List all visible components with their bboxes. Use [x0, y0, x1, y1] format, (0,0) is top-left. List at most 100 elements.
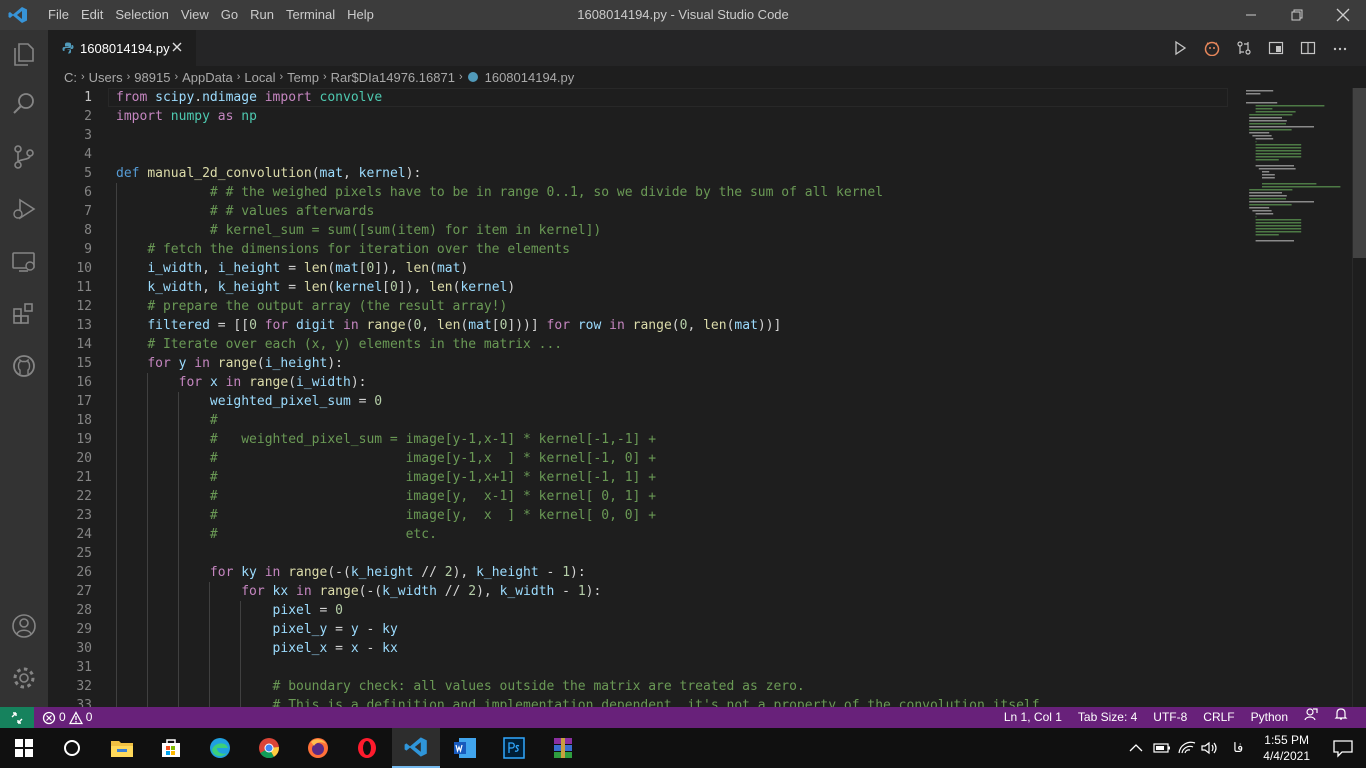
menu-view[interactable]: View: [175, 0, 215, 30]
code-line[interactable]: weighted_pixel_sum = 0: [116, 392, 1226, 411]
code-line[interactable]: # weighted_pixel_sum = image[y-1,x-1] * …: [116, 430, 1226, 449]
breadcrumb-item[interactable]: Temp: [287, 70, 319, 85]
winrar-taskbar[interactable]: [539, 728, 587, 768]
menu-selection[interactable]: Selection: [109, 0, 174, 30]
notification-center-icon[interactable]: [1320, 738, 1366, 758]
extensions-button[interactable]: [0, 290, 48, 338]
breadcrumb-item[interactable]: Users: [89, 70, 123, 85]
code-lines[interactable]: from scipy.ndimage import convolve import…: [116, 88, 1226, 707]
code-line[interactable]: # image[y, x-1] * kernel[ 0, 1] +: [116, 487, 1226, 506]
store-taskbar[interactable]: [147, 728, 195, 768]
menu-go[interactable]: Go: [215, 0, 244, 30]
code-line[interactable]: # boundary check: all values outside the…: [116, 677, 1226, 696]
minimap[interactable]: [1242, 88, 1352, 707]
tab-close-icon[interactable]: [170, 40, 184, 54]
code-line[interactable]: i_width, i_height = len(mat[0]), len(mat…: [116, 259, 1226, 278]
start-button[interactable]: [0, 728, 48, 768]
end-of-line[interactable]: CRLF: [1195, 707, 1242, 728]
opera-taskbar[interactable]: [343, 728, 391, 768]
code-line[interactable]: k_width, k_height = len(kernel[0]), len(…: [116, 278, 1226, 297]
restore-button[interactable]: [1274, 0, 1320, 30]
code-line[interactable]: #: [116, 411, 1226, 430]
code-line[interactable]: filtered = [[0 for digit in range(0, len…: [116, 316, 1226, 335]
code-line[interactable]: pixel_y = y - ky: [116, 620, 1226, 639]
explorer-button[interactable]: [0, 30, 48, 78]
file-explorer-taskbar[interactable]: [98, 728, 146, 768]
breadcrumb-item[interactable]: Rar$DIa14976.16871: [331, 70, 455, 85]
code-line[interactable]: # # the weighed pixels have to be in ran…: [116, 183, 1226, 202]
breadcrumb-item[interactable]: C:: [64, 70, 77, 85]
breadcrumb-file[interactable]: 1608014194.py: [485, 70, 575, 85]
volume-icon[interactable]: [1199, 740, 1223, 756]
chevron-up-icon[interactable]: [1121, 740, 1151, 756]
wifi-icon[interactable]: [1175, 740, 1199, 756]
remote-indicator-button[interactable]: [0, 707, 34, 728]
code-line[interactable]: # This is a definition and implementatio…: [116, 696, 1226, 707]
open-preview-button[interactable]: [1260, 30, 1292, 66]
photoshop-taskbar[interactable]: [490, 728, 538, 768]
remote-explorer-button[interactable]: [0, 238, 48, 286]
code-line[interactable]: # Iterate over each (x, y) elements in t…: [116, 335, 1226, 354]
live-share-button[interactable]: [1296, 707, 1326, 728]
indentation[interactable]: Tab Size: 4: [1070, 707, 1145, 728]
scrollbar-thumb[interactable]: [1353, 88, 1366, 258]
source-control-button[interactable]: [0, 133, 48, 181]
vscode-taskbar[interactable]: [392, 728, 440, 768]
more-actions-button[interactable]: [1324, 30, 1356, 66]
search-button[interactable]: [0, 80, 48, 128]
code-line[interactable]: from scipy.ndimage import convolve: [116, 88, 1226, 107]
vertical-scrollbar[interactable]: [1352, 88, 1366, 707]
code-line[interactable]: for kx in range(-(k_width // 2), k_width…: [116, 582, 1226, 601]
search-taskbar-button[interactable]: [48, 728, 96, 768]
minimize-button[interactable]: [1228, 0, 1274, 30]
menu-run[interactable]: Run: [244, 0, 280, 30]
code-line[interactable]: for ky in range(-(k_height // 2), k_heig…: [116, 563, 1226, 582]
code-line[interactable]: [116, 544, 1226, 563]
run-debug-button[interactable]: [0, 185, 48, 233]
problems-indicator[interactable]: 0 0: [42, 707, 92, 728]
code-line[interactable]: pixel = 0: [116, 601, 1226, 620]
encoding[interactable]: UTF-8: [1145, 707, 1195, 728]
code-line[interactable]: # image[y-1,x+1] * kernel[-1, 1] +: [116, 468, 1226, 487]
breadcrumb-item[interactable]: AppData: [182, 70, 233, 85]
open-changes-button[interactable]: [1228, 30, 1260, 66]
word-taskbar[interactable]: [441, 728, 489, 768]
menu-help[interactable]: Help: [341, 0, 380, 30]
clock[interactable]: 1:55 PM 4/4/2021: [1253, 732, 1320, 764]
github-button[interactable]: [0, 342, 48, 390]
accounts-button[interactable]: [0, 602, 48, 650]
code-line[interactable]: # etc.: [116, 525, 1226, 544]
battery-icon[interactable]: [1151, 740, 1175, 756]
code-line[interactable]: for x in range(i_width):: [116, 373, 1226, 392]
code-editor[interactable]: 1 2 3 4 5 6 7 8 9 10 11 12 13 14 15 16 17 18 19 20 21 22 23 24 2…: [48, 88, 1366, 707]
firefox-taskbar[interactable]: [294, 728, 342, 768]
code-line[interactable]: # kernel_sum = sum([sum(item) for item i…: [116, 221, 1226, 240]
code-line[interactable]: [116, 145, 1226, 164]
menu-terminal[interactable]: Terminal: [280, 0, 341, 30]
code-line[interactable]: def manual_2d_convolution(mat, kernel):: [116, 164, 1226, 183]
chrome-taskbar[interactable]: [245, 728, 293, 768]
code-line[interactable]: # # values afterwards: [116, 202, 1226, 221]
run-file-button[interactable]: [1164, 30, 1196, 66]
code-line[interactable]: # image[y-1,x ] * kernel[-1, 0] +: [116, 449, 1226, 468]
menu-edit[interactable]: Edit: [75, 0, 109, 30]
code-line[interactable]: import numpy as np: [116, 107, 1226, 126]
code-line[interactable]: for y in range(i_height):: [116, 354, 1226, 373]
breadcrumb-item[interactable]: 98915: [134, 70, 170, 85]
tab-1608014194-py[interactable]: 1608014194.py: [48, 30, 196, 66]
notifications-button[interactable]: [1326, 707, 1356, 728]
code-line[interactable]: pixel_x = x - kx: [116, 639, 1226, 658]
language-mode[interactable]: Python: [1243, 707, 1296, 728]
edge-taskbar[interactable]: [196, 728, 244, 768]
extension-action-button[interactable]: [1196, 30, 1228, 66]
close-window-button[interactable]: [1320, 0, 1366, 30]
split-editor-button[interactable]: [1292, 30, 1324, 66]
code-line[interactable]: [116, 658, 1226, 677]
code-line[interactable]: # prepare the output array (the result a…: [116, 297, 1226, 316]
code-line[interactable]: [116, 126, 1226, 145]
cursor-position[interactable]: Ln 1, Col 1: [996, 707, 1070, 728]
manage-button[interactable]: [0, 654, 48, 702]
menu-file[interactable]: File: [42, 0, 75, 30]
breadcrumb-item[interactable]: Local: [244, 70, 275, 85]
code-line[interactable]: # fetch the dimensions for iteration ove…: [116, 240, 1226, 259]
